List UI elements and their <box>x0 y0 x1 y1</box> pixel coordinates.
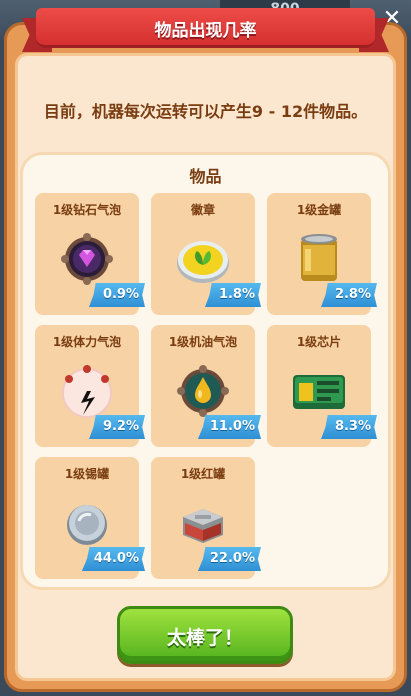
confirm-button[interactable]: 太棒了！ <box>117 606 293 664</box>
item-name: 徽章 <box>190 203 215 217</box>
diamond-bubble-icon <box>61 233 113 285</box>
item-cell-chip[interactable]: 1级芯片 8.3% <box>267 325 377 447</box>
item-cell-diamond-bubble[interactable]: 1级钻石气泡 0.9% <box>35 193 145 315</box>
rate-tag: 9.2% <box>89 415 145 439</box>
item-cell-tin-can[interactable]: 1级锡罐 44.0% <box>35 457 145 579</box>
item-name: 1级芯片 <box>296 335 342 349</box>
items-title: 物品 <box>189 167 222 186</box>
rate-tag: 0.9% <box>89 283 145 307</box>
dialog-title: 物品出现几率 <box>154 21 257 41</box>
red-can-icon <box>183 509 223 543</box>
confirm-button-label: 太棒了！ <box>166 627 243 649</box>
item-cell-energy-bubble[interactable]: 1级体力气泡 9.2% <box>35 325 145 447</box>
rate-tag: 2.8% <box>321 283 377 307</box>
item-name: 1级金罐 <box>296 203 342 217</box>
item-cell-oil-bubble[interactable]: 1级机油气泡 11.0% <box>151 325 261 447</box>
energy-bubble-icon <box>62 365 112 418</box>
item-cell-red-can[interactable]: 1级红罐 22.0% <box>151 457 261 579</box>
rate-tag: 44.0% <box>81 547 145 571</box>
title-ribbon: 物品出现几率 <box>22 8 389 52</box>
item-name: 1级锡罐 <box>64 467 110 481</box>
item-name: 1级体力气泡 <box>52 335 122 349</box>
item-name: 1级机油气泡 <box>168 335 238 349</box>
gold-can-icon <box>301 234 337 281</box>
rate-tag: 8.3% <box>321 415 377 439</box>
rate-tag: 1.8% <box>205 283 261 307</box>
item-cell-badge[interactable]: 徽章 1.8% <box>151 193 261 315</box>
tin-can-icon <box>67 505 107 545</box>
badge-icon <box>177 241 229 283</box>
item-cell-gold-can[interactable]: 1级金罐 2.8% <box>267 193 377 315</box>
production-info: 目前，机器每次运转可以产生9 - 12件物品。 <box>43 102 368 121</box>
items-panel: 物品 1级钻石气泡 0.9% 徽章 1.8% 1级金罐 2.8% 1级体力气泡 … <box>20 152 391 590</box>
item-name: 1级红罐 <box>180 467 226 481</box>
rate-tag: 22.0% <box>197 547 261 571</box>
oil-bubble-icon <box>177 365 229 417</box>
rate-tag: 11.0% <box>197 415 261 439</box>
item-name: 1级钻石气泡 <box>52 203 122 217</box>
chip-icon <box>293 375 345 409</box>
